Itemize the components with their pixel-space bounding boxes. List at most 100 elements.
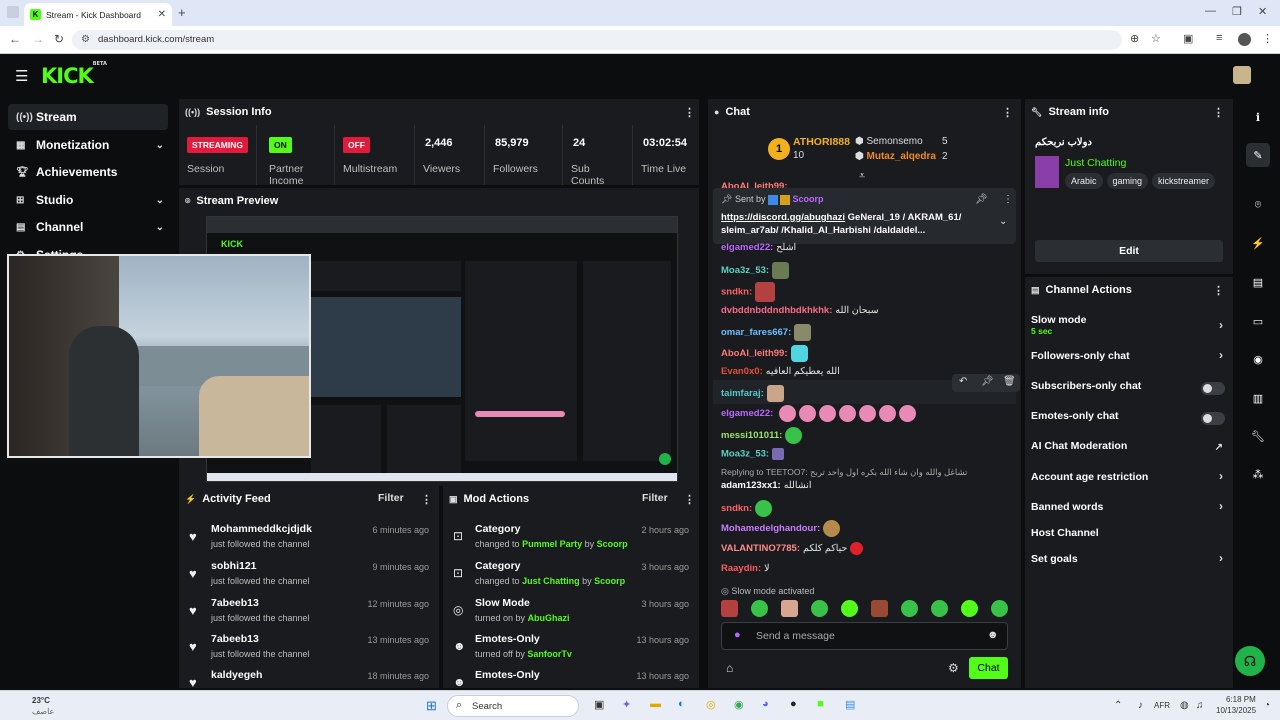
- emote-icon[interactable]: [811, 600, 828, 617]
- emote-icon[interactable]: [781, 600, 798, 617]
- forward-icon[interactable]: →: [32, 32, 44, 46]
- app-icon-2[interactable]: ▤: [845, 698, 855, 711]
- close-tab-icon[interactable]: ✕: [158, 9, 166, 20]
- sidebar-item-channel[interactable]: ▤ Channel ⌄: [8, 214, 168, 240]
- action-set-goals[interactable]: Set goals ›: [1031, 551, 1227, 573]
- chat-username[interactable]: elgamed22: [721, 242, 770, 253]
- action-followers-only[interactable]: Followers-only chat ›: [1031, 348, 1227, 370]
- mod-menu-icon[interactable]: ⋮: [684, 493, 695, 506]
- sidebar-item-monetization[interactable]: ▦ Monetization ⌄: [8, 132, 168, 158]
- chat-username[interactable]: Moa3z_53: [721, 265, 766, 276]
- volume-icon[interactable]: ♫: [1196, 700, 1204, 711]
- session-menu-icon[interactable]: ⋮: [684, 106, 695, 119]
- maximize-icon[interactable]: ❐: [1232, 5, 1242, 18]
- store-icon[interactable]: ⌂: [726, 661, 733, 675]
- weather-temp[interactable]: 23°C: [32, 696, 50, 705]
- feed-user[interactable]: kaldyegeh: [211, 669, 262, 681]
- discord-icon[interactable]: ◕: [762, 698, 769, 710]
- task-view-icon[interactable]: ▣: [594, 698, 604, 711]
- media-icon[interactable]: ≡: [1216, 32, 1222, 44]
- connections-icon[interactable]: ⁂: [1246, 462, 1270, 486]
- minimize-icon[interactable]: —: [1205, 5, 1216, 17]
- profile-avatar[interactable]: [1238, 33, 1251, 46]
- target-icon[interactable]: ⌾: [1246, 193, 1270, 217]
- subscribers-only-toggle[interactable]: [1201, 382, 1225, 395]
- emoji-picker-icon[interactable]: ☻: [987, 629, 999, 641]
- microphone-tray-icon[interactable]: ♪: [1138, 700, 1143, 711]
- tray-chevron-icon[interactable]: ⌃: [1114, 700, 1122, 711]
- edge-icon[interactable]: ◐: [678, 698, 685, 710]
- broadcast-icon[interactable]: ◉: [1246, 347, 1270, 371]
- server-icon[interactable]: ▥: [1246, 386, 1270, 410]
- emote-icon[interactable]: [961, 600, 978, 617]
- sidebar-item-studio[interactable]: ⊞ Studio ⌄: [8, 187, 168, 213]
- sidebar-item-achievements[interactable]: 🏆︎ Achievements: [8, 159, 168, 185]
- feed-user[interactable]: Mohammeddkcjdjdk: [211, 523, 312, 535]
- action-ai-moderation[interactable]: AI Chat Moderation ↗: [1031, 440, 1227, 460]
- feed-user[interactable]: 7abeeb13: [211, 597, 259, 609]
- support-headset-icon[interactable]: ☊: [1235, 646, 1265, 676]
- unpin-icon[interactable]: 📌︎: [975, 194, 988, 205]
- network-icon[interactable]: ◍: [1180, 700, 1189, 711]
- notifications-icon[interactable]: ◔: [1264, 700, 1270, 711]
- action-host-channel[interactable]: Host Channel: [1031, 527, 1227, 547]
- chat-input[interactable]: ● Send a message ☻: [721, 622, 1008, 650]
- kick-app-icon[interactable]: ■: [817, 698, 824, 710]
- pencil-icon[interactable]: ✎: [1246, 143, 1270, 167]
- delete-icon[interactable]: 🗑︎: [1003, 376, 1016, 387]
- edit-stream-button[interactable]: Edit: [1035, 240, 1223, 262]
- category-name[interactable]: Just Chatting: [1065, 157, 1126, 169]
- info-icon[interactable]: ℹ: [1246, 105, 1270, 129]
- copilot-icon[interactable]: ✦: [622, 698, 631, 711]
- pinned-menu-icon[interactable]: ⋮: [1003, 194, 1013, 205]
- pinned-link[interactable]: https://discord.gg/abughazi: [721, 212, 845, 223]
- leader-name[interactable]: ATHORI888: [793, 136, 850, 148]
- chat-username[interactable]: elgamed22: [721, 408, 770, 419]
- chat-username[interactable]: sndkn: [721, 287, 749, 298]
- feed-user[interactable]: 7abeeb13: [211, 633, 259, 645]
- obs-icon[interactable]: ●: [790, 698, 797, 710]
- feed-user[interactable]: sobhi121: [211, 560, 257, 572]
- reply-context[interactable]: Replying to TEETOO7: تشاغل والله وان شاء…: [721, 467, 967, 478]
- extensions-icon[interactable]: ▣: [1183, 32, 1193, 45]
- bookmark-star-icon[interactable]: ☆: [1151, 32, 1161, 45]
- browser-menu-icon[interactable]: ⋮: [1262, 32, 1273, 45]
- taskbar-search[interactable]: ⌕ Search: [447, 695, 579, 717]
- chat-username[interactable]: omar_fares667: [721, 327, 788, 338]
- chat-username[interactable]: Evan0x0: [721, 366, 760, 377]
- clock-date[interactable]: 10/13/2025: [1216, 706, 1256, 715]
- chat-menu-icon[interactable]: ⋮: [1002, 106, 1013, 119]
- sidebar-item-stream[interactable]: ((•)) Stream: [8, 104, 168, 130]
- wrench-icon[interactable]: 🔧︎: [1246, 424, 1270, 448]
- zoom-icon[interactable]: ⊕: [1130, 32, 1139, 45]
- chat-username[interactable]: taimfaraj: [721, 388, 761, 399]
- chat-username[interactable]: messi101011: [721, 430, 779, 441]
- channel-actions-menu-icon[interactable]: ⋮: [1213, 284, 1224, 297]
- chat-username[interactable]: Raaydin: [721, 563, 758, 574]
- chat-username[interactable]: Mohamedelghandour: [721, 523, 817, 534]
- language-indicator[interactable]: AFR: [1154, 701, 1170, 710]
- app-icon[interactable]: ◎: [706, 698, 716, 711]
- mod-filter-button[interactable]: Filter: [642, 492, 668, 504]
- action-banned-words[interactable]: Banned words ›: [1031, 499, 1227, 521]
- new-tab-icon[interactable]: +: [178, 5, 186, 20]
- emote-icon[interactable]: [871, 600, 888, 617]
- leader-name[interactable]: ⬢ Semonsemo: [855, 136, 923, 147]
- send-chat-button[interactable]: Chat: [969, 657, 1008, 679]
- lightning-icon[interactable]: ⚡: [1246, 231, 1270, 255]
- activity-filter-button[interactable]: Filter: [378, 492, 404, 504]
- file-explorer-icon[interactable]: ▬: [650, 698, 661, 710]
- user-avatar[interactable]: [1233, 66, 1251, 84]
- back-icon[interactable]: ←: [9, 32, 21, 46]
- kick-logo[interactable]: KICKBETA: [41, 61, 107, 88]
- document-icon[interactable]: ▤: [1246, 270, 1270, 294]
- chat-username[interactable]: adam123xx1: [721, 480, 778, 491]
- chrome-icon[interactable]: ◉: [734, 698, 744, 711]
- emote-icon[interactable]: [901, 600, 918, 617]
- pin-message-icon[interactable]: 📌︎: [981, 376, 994, 387]
- action-account-age[interactable]: Account age restriction ›: [1031, 469, 1227, 491]
- windows-start-icon[interactable]: ⊞: [426, 698, 437, 714]
- reload-icon[interactable]: ↻: [54, 32, 64, 46]
- chat-username[interactable]: Moa3z_53: [721, 449, 766, 460]
- emote-icon[interactable]: [751, 600, 768, 617]
